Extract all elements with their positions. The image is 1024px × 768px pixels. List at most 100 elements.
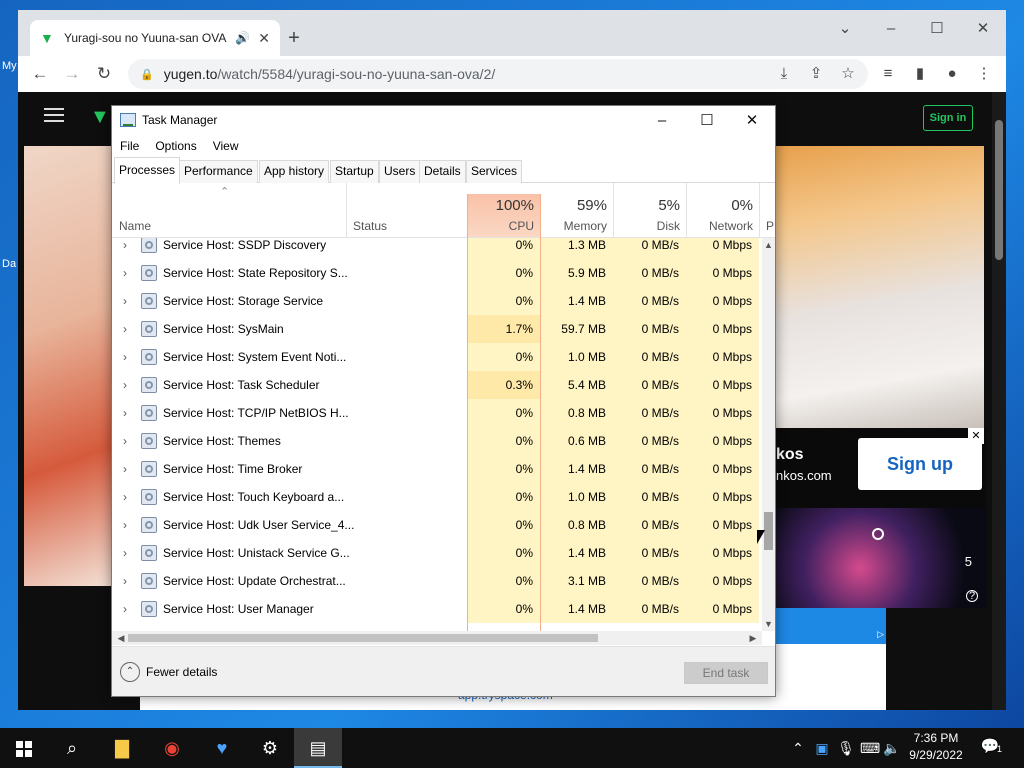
- process-row[interactable]: › Service Host: SysMain 1.7% 59.7 MB 0 MB/s 0…: [112, 315, 762, 343]
- adchoices-icon[interactable]: ▷: [877, 629, 884, 640]
- page-scrollbar[interactable]: [992, 92, 1006, 710]
- column-power[interactable]: P: [759, 183, 775, 238]
- expand-chevron-icon[interactable]: ›: [119, 483, 131, 511]
- scroll-right-icon[interactable]: ▶: [746, 631, 760, 645]
- notification-center-icon[interactable]: 💬 1: [978, 736, 1002, 758]
- desktop-label-1[interactable]: My: [2, 60, 17, 72]
- system-clock[interactable]: 7:36 PM 9/29/2022: [904, 730, 968, 764]
- ad-sign-up-button[interactable]: Sign up: [858, 438, 982, 490]
- process-row[interactable]: › Service Host: Unistack Service G... 0% 1.…: [112, 539, 762, 567]
- ad-banner[interactable]: ▷: [776, 608, 886, 644]
- tab-users[interactable]: Users: [379, 160, 421, 183]
- vertical-scroll-thumb[interactable]: [764, 512, 773, 550]
- process-row[interactable]: › Service Host: Udk User Service_4... 0% 0.…: [112, 511, 762, 539]
- search-icon[interactable]: ⌕: [48, 728, 96, 768]
- column-cpu[interactable]: 100% CPU: [467, 183, 540, 238]
- chevron-up-icon[interactable]: ⌃: [120, 662, 140, 682]
- tab-search-icon[interactable]: ⌄: [822, 14, 868, 44]
- back-icon[interactable]: ←: [26, 60, 54, 88]
- network-icon[interactable]: ⌨: [860, 728, 880, 768]
- volume-icon[interactable]: 🔈: [882, 728, 902, 768]
- bookmark-star-icon[interactable]: ☆: [834, 60, 862, 88]
- settings-gear-icon[interactable]: ⚙: [246, 728, 294, 768]
- tab-details[interactable]: Details: [419, 160, 466, 183]
- scroll-up-icon[interactable]: ▲: [762, 238, 775, 252]
- process-vertical-scrollbar[interactable]: ▲ ▼: [762, 238, 775, 631]
- minimize-button[interactable]: –: [868, 14, 914, 44]
- close-button[interactable]: ✕: [960, 14, 1006, 44]
- tm-maximize-button[interactable]: ☐: [684, 106, 730, 135]
- install-icon[interactable]: ⤓: [770, 60, 798, 88]
- process-row[interactable]: › Service Host: SSDP Discovery 0% 1.3 MB 0 M…: [112, 238, 762, 259]
- tray-app-icon[interactable]: ▣: [812, 728, 832, 768]
- profile-avatar-icon[interactable]: ●: [938, 60, 966, 88]
- desktop-label-2[interactable]: Da: [2, 258, 16, 270]
- tab-services[interactable]: Services: [466, 160, 523, 183]
- process-row[interactable]: › Service Host: Update Orchestrat... 0% 3.1…: [112, 567, 762, 595]
- task-manager-taskbar-icon[interactable]: ▤: [294, 728, 342, 768]
- end-task-button[interactable]: End task: [684, 662, 768, 684]
- column-disk[interactable]: 5% Disk: [613, 183, 686, 238]
- fewer-details-link[interactable]: Fewer details: [146, 665, 217, 679]
- ad-close-icon[interactable]: ✕: [968, 428, 984, 444]
- scroll-left-icon[interactable]: ◀: [114, 631, 128, 645]
- expand-chevron-icon[interactable]: ›: [119, 238, 131, 259]
- column-memory[interactable]: 59% Memory: [540, 183, 613, 238]
- expand-chevron-icon[interactable]: ›: [119, 455, 131, 483]
- advertisement[interactable]: kos nkos.com Sign up 5 ? ✕: [776, 428, 986, 608]
- process-row[interactable]: › Service Host: TCP/IP NetBIOS H... 0% 0.8 …: [112, 399, 762, 427]
- expand-chevron-icon[interactable]: ›: [119, 427, 131, 455]
- ad-image[interactable]: [776, 508, 986, 608]
- reload-icon[interactable]: ↻: [90, 60, 118, 88]
- expand-chevron-icon[interactable]: ›: [119, 511, 131, 539]
- task-manager-titlebar[interactable]: Task Manager – ☐ ✕: [112, 106, 775, 135]
- expand-chevron-icon[interactable]: ›: [119, 595, 131, 623]
- start-button[interactable]: [0, 728, 48, 768]
- file-explorer-icon[interactable]: ▇: [98, 728, 146, 768]
- process-row[interactable]: › Service Host: Touch Keyboard a... 0% 1.0 …: [112, 483, 762, 511]
- hamburger-menu-icon[interactable]: [44, 108, 64, 122]
- ad-help-icon[interactable]: ?: [966, 590, 978, 602]
- menu-options[interactable]: Options: [147, 135, 204, 157]
- tm-minimize-button[interactable]: –: [639, 106, 685, 135]
- tm-close-button[interactable]: ✕: [729, 106, 775, 135]
- process-row[interactable]: › Service Host: Storage Service 0% 1.4 MB 0 …: [112, 287, 762, 315]
- process-row[interactable]: › Service Host: State Repository S... 0% 5.…: [112, 259, 762, 287]
- health-app-icon[interactable]: ♥: [198, 728, 246, 768]
- expand-chevron-icon[interactable]: ›: [119, 399, 131, 427]
- column-status[interactable]: Status: [346, 183, 467, 238]
- tab-startup[interactable]: Startup: [330, 160, 379, 183]
- process-row[interactable]: › Service Host: Task Scheduler 0.3% 5.4 MB 0…: [112, 371, 762, 399]
- tab-close-icon[interactable]: ✕: [258, 30, 270, 47]
- new-tab-button[interactable]: +: [280, 24, 308, 52]
- tab-performance[interactable]: Performance: [179, 160, 258, 183]
- forward-icon[interactable]: →: [58, 60, 86, 88]
- expand-chevron-icon[interactable]: ›: [119, 287, 131, 315]
- menu-kebab-icon[interactable]: ⋮: [970, 60, 998, 88]
- site-logo-icon[interactable]: ▼: [90, 106, 110, 129]
- menu-file[interactable]: File: [112, 135, 147, 157]
- maximize-button[interactable]: ☐: [914, 14, 960, 44]
- tab-app-history[interactable]: App history: [259, 160, 330, 183]
- share-icon[interactable]: ⇪: [802, 60, 830, 88]
- expand-chevron-icon[interactable]: ›: [119, 315, 131, 343]
- scroll-down-icon[interactable]: ▼: [762, 617, 775, 631]
- expand-chevron-icon[interactable]: ›: [119, 371, 131, 399]
- tab-processes[interactable]: Processes: [114, 157, 181, 184]
- address-bar[interactable]: 🔒 yugen.to/watch/5584/yuragi-sou-no-yuun…: [128, 59, 868, 89]
- expand-chevron-icon[interactable]: ›: [119, 343, 131, 371]
- speaker-icon[interactable]: 🔊: [235, 31, 250, 45]
- expand-chevron-icon[interactable]: ›: [119, 539, 131, 567]
- process-row[interactable]: › Service Host: System Event Noti... 0% 1.0…: [112, 343, 762, 371]
- browser-tab[interactable]: ▼ Yuragi-sou no Yuuna-san OVA 🔊 ✕: [30, 20, 280, 56]
- lock-icon[interactable]: 🔒: [140, 68, 154, 81]
- process-row[interactable]: › Service Host: Themes 0% 0.6 MB 0 MB/s 0 Mbp…: [112, 427, 762, 455]
- tray-overflow-icon[interactable]: ⌃: [788, 728, 808, 768]
- column-name[interactable]: Name: [112, 183, 346, 238]
- process-row[interactable]: › Service Host: User Manager 0% 1.4 MB 0 MB/…: [112, 595, 762, 623]
- video-player-left[interactable]: [24, 146, 120, 586]
- media-controls-icon[interactable]: ≡: [874, 60, 902, 88]
- column-network[interactable]: 0% Network: [686, 183, 759, 238]
- microphone-icon[interactable]: 🎙: [836, 728, 856, 768]
- expand-chevron-icon[interactable]: ›: [119, 567, 131, 595]
